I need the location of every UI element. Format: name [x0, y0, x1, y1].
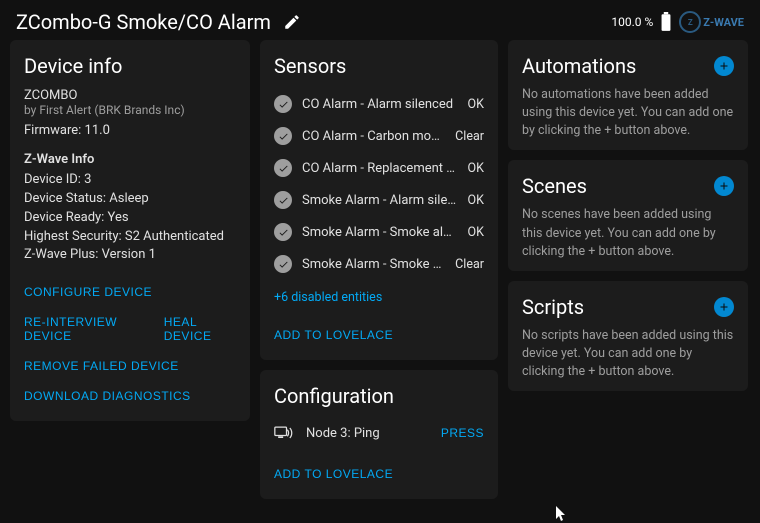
sensor-row[interactable]: CO Alarm - Replacement require… OK	[274, 152, 484, 184]
configuration-item-name: Node 3: Ping	[306, 426, 429, 441]
configuration-title: Configuration	[274, 384, 484, 408]
zwave-info-lines: Device ID: 3 Device Status: Asleep Devic…	[24, 171, 236, 265]
device-model: ZCOMBO	[24, 88, 236, 103]
heal-device-button[interactable]: HEAL DEVICE	[164, 307, 236, 351]
scripts-title: Scripts	[522, 295, 584, 319]
automations-title: Automations	[522, 54, 636, 78]
sensor-name: Smoke Alarm - Smoke detected	[302, 257, 445, 272]
configure-device-button[interactable]: CONFIGURE DEVICE	[24, 277, 152, 307]
check-icon	[274, 127, 292, 145]
sensor-state: OK	[468, 97, 484, 112]
sensors-card: Sensors CO Alarm - Alarm silencedOKCO Al…	[260, 40, 498, 360]
scenes-empty-text: No scenes have been added using this dev…	[522, 206, 734, 260]
device-firmware: Firmware: 11.0	[24, 123, 236, 138]
automations-card: Automations No automations have been add…	[508, 40, 748, 150]
sensor-name: Smoke Alarm - Alarm silenced	[302, 193, 458, 208]
scripts-card: Scripts No scripts have been added using…	[508, 281, 748, 391]
zwave-device-id: Device ID: 3	[24, 171, 236, 190]
page-title: ZCombo-G Smoke/CO Alarm	[16, 10, 271, 34]
zwave-info-heading: Z-Wave Info	[24, 152, 236, 167]
check-icon	[274, 159, 292, 177]
reinterview-device-button[interactable]: RE-INTERVIEW DEVICE	[24, 307, 148, 351]
configuration-card: Configuration Node 3: Ping PRESS ADD TO …	[260, 370, 498, 499]
sensor-name: CO Alarm - Replacement require…	[302, 161, 458, 176]
device-info-title: Device info	[24, 54, 236, 78]
sensor-row[interactable]: CO Alarm - Alarm silenced OK	[274, 88, 484, 120]
sensor-name: Smoke Alarm - Smoke alarm test	[302, 225, 458, 240]
check-icon	[274, 191, 292, 209]
device-manufacturer: by First Alert (BRK Brands Inc)	[24, 103, 236, 117]
page-header: ZCombo-G Smoke/CO Alarm 100.0 % ZZ-WAVE	[0, 0, 760, 40]
device-info-card: Device info ZCOMBO by First Alert (BRK B…	[10, 40, 250, 421]
ping-icon	[274, 424, 294, 442]
sensor-row[interactable]: Smoke Alarm - Smoke detected Clear	[274, 248, 484, 280]
sensor-state: OK	[468, 161, 484, 176]
check-icon	[274, 223, 292, 241]
scenes-title: Scenes	[522, 174, 587, 198]
header-right: 100.0 % ZZ-WAVE	[611, 11, 744, 33]
battery-icon	[659, 12, 673, 32]
sensor-row[interactable]: Smoke Alarm - Smoke alarm test OK	[274, 216, 484, 248]
automations-empty-text: No automations have been added using thi…	[522, 86, 734, 140]
edit-icon[interactable]	[283, 13, 301, 31]
sensor-name: CO Alarm - Alarm silenced	[302, 97, 458, 112]
sensor-state: OK	[468, 193, 484, 208]
header-left: ZCombo-G Smoke/CO Alarm	[16, 10, 301, 34]
check-icon	[274, 95, 292, 113]
ping-press-button[interactable]: PRESS	[441, 426, 484, 440]
sensor-state: Clear	[455, 129, 484, 144]
sensor-row[interactable]: CO Alarm - Carbon monoxide … Clear	[274, 120, 484, 152]
add-scene-button[interactable]	[714, 176, 734, 196]
scripts-empty-text: No scripts have been added using this de…	[522, 327, 734, 381]
sensors-add-to-lovelace-button[interactable]: ADD TO LOVELACE	[274, 320, 393, 350]
check-icon	[274, 255, 292, 273]
configuration-row[interactable]: Node 3: Ping PRESS	[274, 418, 484, 448]
remove-failed-device-button[interactable]: REMOVE FAILED DEVICE	[24, 351, 179, 381]
add-automation-button[interactable]	[714, 56, 734, 76]
zwave-device-ready: Device Ready: Yes	[24, 209, 236, 228]
zwave-highest-security: Highest Security: S2 Authenticated	[24, 228, 236, 247]
zwave-logo: ZZ-WAVE	[679, 11, 744, 33]
configuration-add-to-lovelace-button[interactable]: ADD TO LOVELACE	[274, 459, 393, 489]
sensors-title: Sensors	[274, 54, 484, 78]
download-diagnostics-button[interactable]: DOWNLOAD DIAGNOSTICS	[24, 381, 191, 411]
sensor-state: Clear	[455, 257, 484, 272]
sensor-row[interactable]: Smoke Alarm - Alarm silenced OK	[274, 184, 484, 216]
add-script-button[interactable]	[714, 297, 734, 317]
sensor-name: CO Alarm - Carbon monoxide …	[302, 129, 445, 144]
disabled-entities-link[interactable]: +6 disabled entities	[274, 280, 382, 309]
zwave-device-status: Device Status: Asleep	[24, 190, 236, 209]
zwave-plus-version: Z-Wave Plus: Version 1	[24, 246, 236, 265]
battery-percent: 100.0 %	[611, 15, 653, 29]
sensor-state: OK	[468, 225, 484, 240]
cursor-icon	[555, 506, 569, 522]
scenes-card: Scenes No scenes have been added using t…	[508, 160, 748, 270]
